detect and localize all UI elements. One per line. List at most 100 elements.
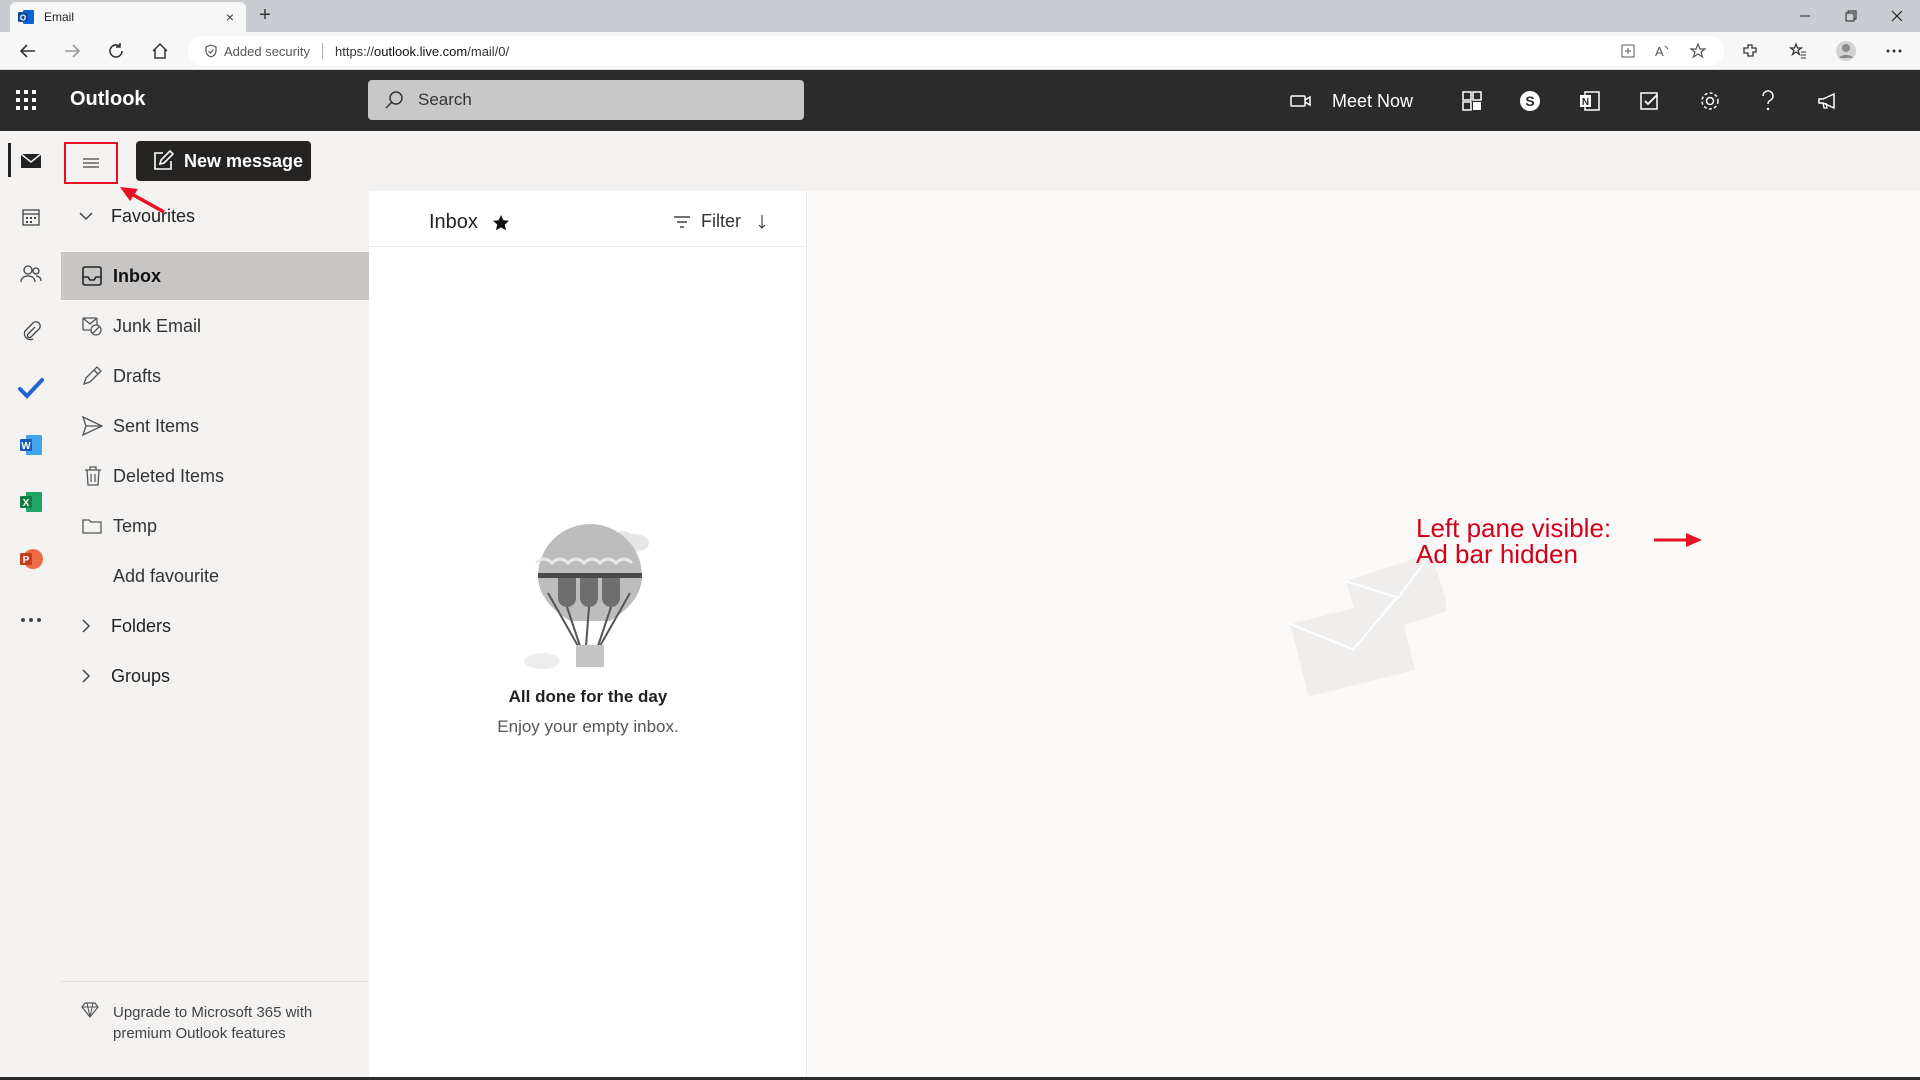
folder-pane: Favourites Inbox Junk Email Drafts Sent … [61, 191, 369, 1080]
toggle-left-pane-button[interactable] [64, 142, 118, 184]
outlook-favicon-icon: O [18, 9, 34, 25]
minimize-icon[interactable] [1782, 0, 1828, 32]
empty-inbox: All done for the day Enjoy your empty in… [369, 521, 807, 737]
svg-text:O: O [20, 14, 26, 23]
url-text: https://outlook.live.com/mail/0/ [335, 44, 509, 59]
folder-label: Junk Email [113, 315, 202, 336]
collections-icon[interactable] [1784, 38, 1812, 64]
my-day-icon[interactable] [1456, 85, 1488, 117]
meet-now-label: Meet Now [1332, 90, 1414, 111]
svg-text:A: A [1655, 44, 1664, 59]
upgrade-text: Upgrade to Microsoft 365 with premium Ou… [113, 1004, 313, 1042]
filter-button[interactable]: Filter [673, 211, 767, 232]
security-label: Added security [224, 43, 310, 59]
people-icon[interactable] [0, 254, 61, 294]
diamond-icon [81, 1002, 99, 1080]
new-tab-button[interactable]: + [252, 4, 278, 28]
extensions-icon[interactable] [1736, 38, 1764, 64]
folder-item-deleted-items[interactable]: Deleted Items [61, 452, 369, 500]
folder-label: Temp [113, 515, 158, 536]
skype-icon[interactable]: S [1514, 85, 1546, 117]
folder-label: Inbox [113, 265, 161, 286]
hamburger-icon [83, 158, 99, 168]
favorite-star-icon[interactable] [1686, 39, 1710, 63]
sort-arrow-icon[interactable] [757, 214, 767, 230]
folder-item-temp[interactable]: Temp [61, 502, 369, 550]
upgrade-banner[interactable]: Upgrade to Microsoft 365 with premium Ou… [61, 981, 369, 1080]
empty-subtitle: Enjoy your empty inbox. [497, 717, 679, 736]
back-icon[interactable] [14, 38, 42, 64]
close-window-icon[interactable] [1874, 0, 1920, 32]
url-path: /mail/0/ [467, 43, 510, 59]
whats-new-megaphone-icon[interactable] [1812, 85, 1844, 117]
help-icon[interactable] [1752, 85, 1784, 117]
svg-text:W: W [21, 441, 31, 452]
folder-item-drafts[interactable]: Drafts [61, 352, 369, 400]
meet-now-button[interactable]: Meet Now [1290, 85, 1413, 117]
excel-icon[interactable]: X [0, 482, 61, 522]
search-icon [384, 90, 404, 110]
outlook-header: Outlook Search Meet Now S N [0, 70, 1920, 131]
onenote-feed-icon[interactable]: N [1574, 85, 1606, 117]
refresh-icon[interactable] [102, 38, 130, 64]
url-bar[interactable]: Added security https://outlook.live.com/… [188, 36, 1724, 66]
home-icon[interactable] [146, 38, 174, 64]
tab-close-icon[interactable]: × [222, 9, 238, 25]
message-list: Inbox Filter All done for the day Enjoy … [369, 191, 807, 1080]
svg-text:S: S [1525, 93, 1534, 109]
empty-title: All done for the day [508, 687, 668, 706]
read-aloud-icon[interactable]: A [1650, 39, 1674, 63]
new-message-button[interactable]: New message [136, 141, 311, 181]
trash-icon [61, 465, 113, 487]
message-list-header: Inbox Filter [369, 191, 807, 247]
word-icon[interactable]: W [0, 425, 61, 465]
todo-check-icon[interactable] [0, 368, 61, 408]
folders-header[interactable]: Folders [61, 601, 369, 651]
annotation-arrow-right-icon [1654, 533, 1702, 547]
outlook-brand[interactable]: Outlook [70, 88, 146, 111]
search-input[interactable]: Search [368, 80, 804, 120]
restore-icon[interactable] [1828, 0, 1874, 32]
send-icon [61, 415, 113, 437]
annotation-arrow-pointer-icon [120, 187, 165, 214]
url-prefix: https:// [335, 43, 375, 59]
chevron-right-icon [61, 669, 111, 683]
folder-label: Sent Items [113, 415, 200, 436]
powerpoint-icon[interactable]: P [0, 539, 61, 579]
filter-label: Filter [701, 211, 741, 231]
profile-avatar[interactable] [1832, 38, 1860, 64]
filter-icon [673, 215, 691, 229]
app-launcher-icon[interactable] [14, 88, 38, 112]
envelopes-illustration [1289, 552, 1446, 697]
favourites-header[interactable]: Favourites [61, 191, 369, 241]
compose-icon [152, 150, 174, 172]
groups-header[interactable]: Groups [61, 651, 369, 701]
url-separator [322, 43, 323, 59]
mail-icon[interactable] [0, 141, 61, 181]
calendar-icon[interactable] [0, 197, 61, 237]
new-message-label: New message [184, 150, 304, 171]
annotation-line-1: Left pane visible: [1416, 513, 1612, 543]
folder-item-inbox[interactable]: Inbox [61, 252, 369, 300]
reading-pane [808, 191, 1920, 1080]
more-apps-icon[interactable] [0, 600, 61, 640]
add-favourite-link[interactable]: Add favourite [61, 552, 369, 600]
favourite-star-icon[interactable] [492, 214, 510, 232]
pencil-icon [61, 365, 113, 387]
browser-more-icon[interactable] [1880, 38, 1908, 64]
forward-icon[interactable] [58, 38, 86, 64]
hot-air-balloon-illustration [518, 521, 658, 671]
security-indicator[interactable]: Added security [204, 44, 310, 59]
settings-gear-icon[interactable] [1694, 85, 1726, 117]
app-rail: W X P [0, 131, 61, 1080]
groups-label: Groups [111, 665, 171, 686]
app-available-icon[interactable] [1616, 39, 1640, 63]
folder-item-junk-email[interactable]: Junk Email [61, 302, 369, 350]
video-camera-icon [1290, 93, 1312, 109]
address-bar-row: Added security https://outlook.live.com/… [0, 32, 1920, 70]
to-do-icon[interactable] [1634, 85, 1666, 117]
browser-tab[interactable]: O Email × [10, 2, 246, 32]
folder-item-sent-items[interactable]: Sent Items [61, 402, 369, 450]
attachment-icon[interactable] [0, 311, 61, 351]
folder-icon [61, 517, 113, 535]
